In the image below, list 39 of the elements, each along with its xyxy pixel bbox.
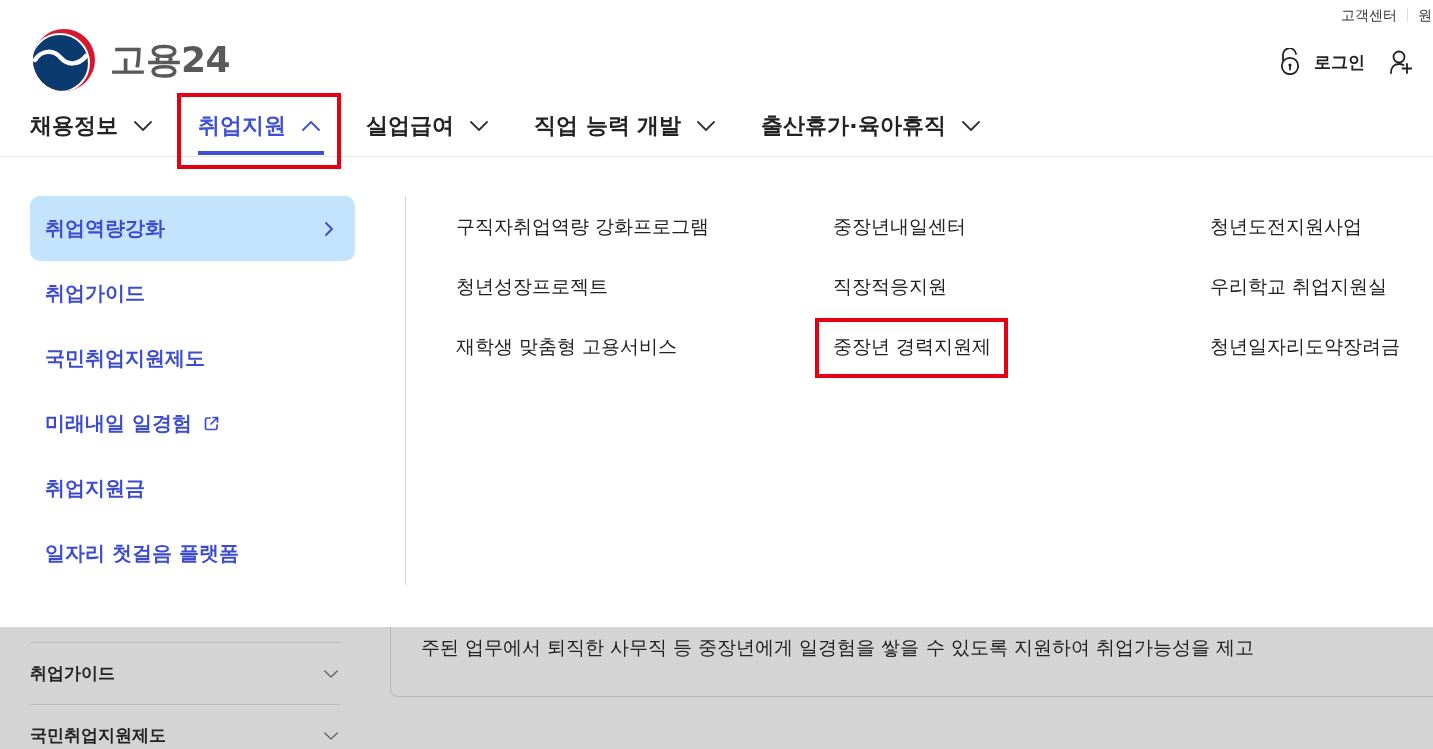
nav-tab[interactable]: 직업 능력 개발 [534,97,720,155]
menu-link[interactable]: 청년일자리도약장려금 [1210,333,1400,359]
sidebar-item[interactable]: 국민취업지원제도 [30,704,340,749]
menu-link[interactable]: 직장적응지원 [833,273,947,299]
external-link-icon [203,416,219,431]
chevron-down-icon [134,121,152,131]
chevron-down-icon [324,731,338,740]
description-text: 주된 업무에서 퇴직한 사무직 등 중장년에게 일경험을 쌓을 수 있도록 지원하여 취업가능성을 제고 [421,635,1254,661]
chevron-down-icon [697,121,716,131]
menu-category-item[interactable]: 국민취업지원제도 [30,326,355,391]
menu-category-item[interactable]: 취업역량강화 [30,196,355,261]
menu-category-item[interactable]: 미래내일 일경험 [30,391,355,456]
menu-category-item[interactable]: 일자리 첫걸음 플랫폼 [30,521,355,586]
padlock-icon [1279,48,1301,75]
chevron-down-icon [961,121,980,131]
menu-link[interactable]: 청년도전지원사업 [1210,213,1362,239]
menu-link[interactable]: 구직자취업역량 강화프로그램 [456,213,710,239]
menu-category-item[interactable]: 취업가이드 [30,261,355,326]
utility-link[interactable]: 원 [1418,6,1432,24]
login-button[interactable]: 로그인 [1279,48,1365,75]
nav-tab[interactable]: 실업급여 [366,97,492,155]
chevron-up-icon [302,121,320,131]
menu-link[interactable]: 우리학교 취업지원실 [1210,273,1388,299]
nav-tab[interactable]: 채용정보 [30,97,156,155]
chevron-right-icon [325,221,333,236]
home-logo-link[interactable]: 고용24 [33,28,231,91]
user-plus-icon [1390,49,1412,74]
nav-tab[interactable]: 출산휴가·육아휴직 [761,97,984,155]
signup-button[interactable] [1390,49,1412,74]
menu-category-item[interactable]: 취업지원금 [30,456,355,521]
menu-link[interactable]: 청년성장프로젝트 [456,273,608,299]
emblem-icon [33,28,95,91]
chevron-down-icon [470,121,488,131]
menu-link[interactable]: 재학생 맞춤형 고용서비스 [456,333,678,359]
menu-link[interactable]: 중장년내일센터 [833,213,966,239]
utility-link[interactable]: 고객센터 [1341,6,1397,24]
chevron-down-icon [324,669,338,678]
sidebar-item[interactable]: 취업가이드 [30,642,340,704]
menu-link[interactable]: 중장년 경력지원제 [833,333,992,359]
